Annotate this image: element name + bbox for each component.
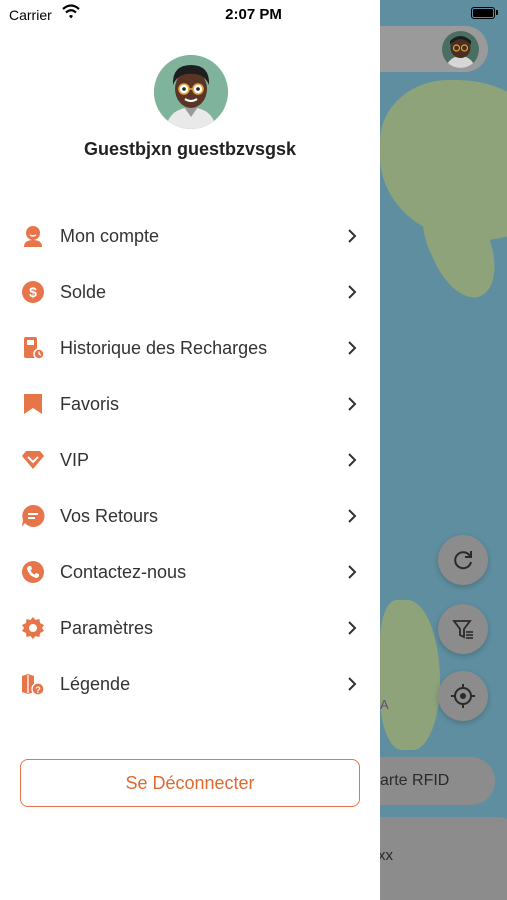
menu-item-label: Mon compte	[60, 225, 160, 246]
menu-item-label: Contactez-nous	[60, 561, 187, 582]
side-drawer: Carrier 2:07 PM Guestbjxn guestbzvsgsk M…	[0, 0, 380, 900]
menu-item-label: Favoris	[60, 393, 120, 414]
map-label-partial: A	[380, 697, 389, 712]
chevron-right-icon	[348, 229, 357, 243]
chevron-right-icon	[348, 509, 357, 523]
chevron-right-icon	[348, 285, 357, 299]
map-landmass	[380, 600, 440, 750]
dollar-coin-icon: $	[21, 280, 45, 304]
menu-item-favoris[interactable]: Favoris	[0, 376, 380, 432]
logout-button-label: Se Déconnecter	[125, 772, 255, 793]
menu-item-mon-compte[interactable]: Mon compte	[0, 208, 380, 264]
refresh-button[interactable]	[438, 535, 488, 585]
crosshair-icon	[451, 684, 475, 708]
feedback-chat-icon	[21, 504, 45, 528]
svg-text:?: ?	[35, 685, 41, 695]
locate-button[interactable]	[438, 671, 488, 721]
chevron-right-icon	[348, 397, 357, 411]
menu-item-historique-recharges[interactable]: Historique des Recharges	[0, 320, 380, 376]
menu-item-legende[interactable]: ? Légende	[0, 656, 380, 712]
menu-item-contactez-nous[interactable]: Contactez-nous	[0, 544, 380, 600]
menu-item-vip[interactable]: VIP	[0, 432, 380, 488]
person-icon	[21, 224, 45, 248]
chevron-right-icon	[348, 341, 357, 355]
avatar[interactable]	[154, 55, 228, 129]
menu-item-label: Solde	[60, 281, 107, 302]
svg-text:$: $	[29, 284, 37, 300]
bottom-card[interactable]: xx	[370, 817, 507, 900]
menu-item-solde[interactable]: $ Solde	[0, 264, 380, 320]
filter-icon	[452, 620, 473, 639]
rfid-card-label: arte RFID	[380, 772, 450, 789]
phone-icon	[21, 560, 45, 584]
bookmark-icon	[21, 392, 45, 416]
refresh-icon	[454, 551, 472, 570]
legend-map-icon: ?	[21, 672, 45, 696]
menu-item-label: Vos Retours	[60, 505, 159, 526]
logout-button[interactable]: Se Déconnecter	[20, 759, 360, 807]
profile-name: Guestbjxn guestbzvsgsk	[83, 139, 297, 159]
recharge-history-icon	[21, 336, 45, 360]
menu-item-label: Historique des Recharges	[60, 337, 268, 358]
chevron-right-icon	[348, 453, 357, 467]
chevron-right-icon	[348, 621, 357, 635]
menu-item-label: Paramètres	[60, 617, 154, 638]
menu-item-vos-retours[interactable]: Vos Retours	[0, 488, 380, 544]
avatar-small[interactable]	[442, 31, 479, 68]
chevron-right-icon	[348, 677, 357, 691]
chevron-right-icon	[348, 565, 357, 579]
vip-diamond-icon	[21, 448, 45, 472]
menu-item-label: VIP	[60, 449, 90, 470]
bottom-card-text: xx	[378, 847, 393, 864]
gear-icon	[21, 616, 45, 640]
menu-item-parametres[interactable]: Paramètres	[0, 600, 380, 656]
filter-button[interactable]	[438, 604, 488, 654]
rfid-card-button[interactable]: arte RFID	[370, 757, 495, 805]
status-time: 2:07 PM	[225, 6, 282, 23]
menu-item-label: Légende	[60, 673, 131, 694]
